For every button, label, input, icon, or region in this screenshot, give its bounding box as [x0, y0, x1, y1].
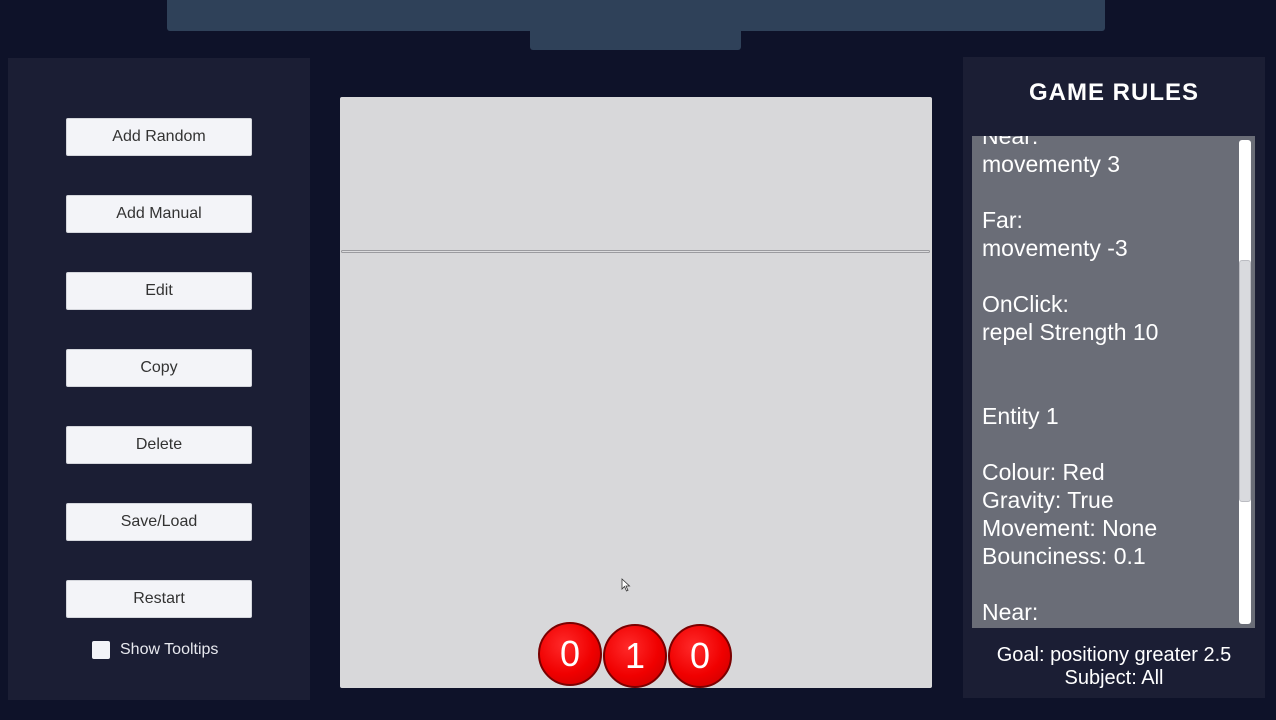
scrollbar-thumb[interactable]	[1239, 260, 1251, 502]
control-panel: Add Random Add Manual Edit Copy Delete S…	[8, 58, 310, 700]
rules-scroll-area[interactable]: Near: movementy 3 Far: movementy -3 OnCl…	[972, 136, 1255, 628]
save-load-button[interactable]: Save/Load	[66, 503, 252, 541]
add-random-button[interactable]: Add Random	[66, 118, 252, 156]
rules-scrollbar[interactable]	[1239, 140, 1251, 624]
copy-button[interactable]: Copy	[66, 349, 252, 387]
edit-button[interactable]: Edit	[66, 272, 252, 310]
rules-title: GAME RULES	[1028, 79, 1199, 106]
restart-button[interactable]: Restart	[66, 580, 252, 618]
game-canvas[interactable]: 0 1 0	[340, 97, 932, 688]
goal-text: Goal: positiony greater 2.5	[996, 644, 1232, 666]
rules-text: Near: movementy 3 Far: movementy -3 OnCl…	[982, 136, 1159, 625]
top-banner	[167, 0, 1105, 31]
platform	[341, 250, 930, 253]
add-manual-button[interactable]: Add Manual	[66, 195, 252, 233]
subject-text: Subject: All	[1064, 667, 1164, 689]
delete-button[interactable]: Delete	[66, 426, 252, 464]
top-tab[interactable]	[530, 31, 741, 50]
show-tooltips-label: Show Tooltips	[120, 641, 219, 658]
entity-ball[interactable]: 0	[538, 622, 602, 686]
goal-info: Goal: positiony greater 2.5 Subject: All	[963, 644, 1265, 690]
rules-panel: GAME RULES Near: movementy 3 Far: moveme…	[963, 57, 1265, 698]
show-tooltips-toggle[interactable]: Show Tooltips	[92, 640, 218, 660]
show-tooltips-checkbox[interactable]	[92, 641, 110, 659]
mouse-cursor-icon	[621, 578, 631, 592]
entity-ball[interactable]: 0	[668, 624, 732, 688]
entity-ball[interactable]: 1	[603, 624, 667, 688]
